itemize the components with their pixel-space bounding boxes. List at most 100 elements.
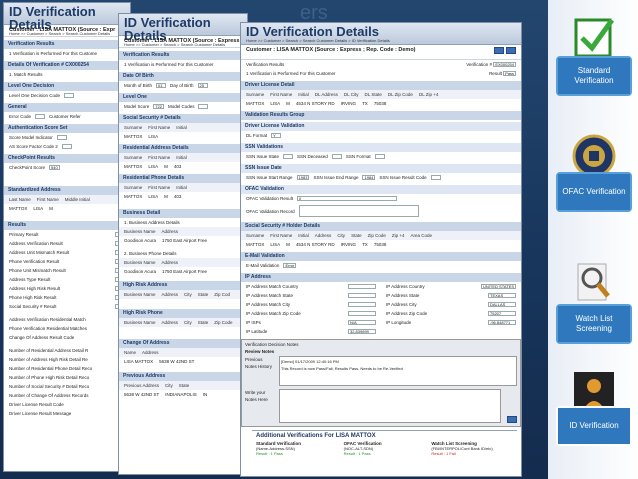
section-dlv: Driver License Validation: [241, 122, 521, 131]
cell: IRVING: [340, 242, 357, 247]
section-vrg: Validation Results Group: [241, 111, 521, 120]
error-code-field[interactable]: [35, 114, 46, 119]
breadcrumb[interactable]: Home >> Customer > Search > Search Custo…: [246, 38, 516, 43]
col-header: Business Name: [124, 260, 156, 265]
cell: MATTOX: [124, 194, 143, 199]
email-field[interactable]: Error: [283, 263, 297, 268]
ip-field[interactable]: [348, 293, 376, 298]
dl-format-field[interactable]: Y: [271, 133, 282, 138]
cell: IRVING: [340, 101, 357, 106]
ip-field[interactable]: 75207: [488, 311, 516, 316]
cell: LISA: [148, 134, 159, 139]
window-title-bar: ID Verification Details Home >> Customer…: [241, 23, 521, 45]
table-row: MATTOX LISA M 403: [119, 162, 247, 171]
cell: TX: [362, 101, 368, 106]
close-button[interactable]: [506, 47, 516, 54]
cell: LISA: [33, 206, 44, 211]
section-high-risk-addr: High Risk Address: [119, 281, 247, 290]
col-header: DL City: [343, 92, 359, 97]
result-label: Driver License Result Code: [9, 402, 64, 407]
dl-format-label: DL Format: [246, 133, 268, 138]
write-notes-label: Write your Notes Here: [245, 390, 268, 402]
ofac-record-label: OFAC Validation Record: [246, 208, 295, 214]
col-header: City: [165, 383, 173, 388]
ssn-result-field[interactable]: [430, 175, 441, 180]
table-header: Business Name Address: [119, 258, 247, 267]
ip-field[interactable]: DALLAS: [488, 302, 516, 307]
ip-row: IP Address Match State: [241, 291, 381, 300]
ip-grid: IP Address Match Country IP Address Match…: [241, 282, 521, 336]
cell: M: [286, 101, 290, 106]
ip-field[interactable]: 32.839899: [348, 329, 376, 334]
result-row: Address High Risk Result: [4, 284, 130, 293]
ssn-start-field[interactable]: 1983: [296, 175, 310, 180]
verification-line: 1 Verification is Performed For this Cus…: [246, 71, 336, 76]
col-header: Address: [314, 233, 332, 238]
ip-field[interactable]: -96.848771: [488, 320, 516, 325]
result-row: Number of Social Security # Detail Reco: [4, 382, 130, 391]
cell: LISA MATTOX: [124, 359, 154, 364]
table-header: Surname First Name Initial: [119, 123, 247, 132]
cell: 1750 East Airport Free: [162, 269, 208, 274]
ip-field[interactable]: TEXAS: [488, 293, 516, 298]
ip-label: IP Address Zip Code: [386, 311, 428, 316]
write-notes-box[interactable]: [279, 389, 501, 423]
notes-section-title: Verification Decision Notes: [245, 342, 299, 347]
ssn-deceased-field[interactable]: [331, 154, 342, 159]
day-field[interactable]: 25: [197, 83, 208, 88]
prev-notes-box[interactable]: [Demo] 01/17/2009 12:40:16 PM This Recor…: [279, 356, 517, 386]
save-note-button[interactable]: [507, 416, 517, 423]
section-ofac: OFAC Validation: [241, 185, 521, 194]
ip-field[interactable]: [348, 302, 376, 307]
ssn-end-field[interactable]: 1984: [362, 175, 376, 180]
cell: 403: [173, 164, 182, 169]
month-field[interactable]: 01: [156, 83, 167, 88]
watch-list-screening-card[interactable]: Watch List Screening: [556, 304, 632, 344]
ip-field[interactable]: N/A: [348, 320, 376, 325]
ssn-issue-state-field[interactable]: [283, 154, 294, 159]
result-row: Number of Phone High Risk Detail Reco: [4, 373, 130, 382]
as-score-factor-field[interactable]: [61, 144, 72, 149]
level-one-code-field[interactable]: [64, 93, 75, 98]
table-header: Surname First Name Initial: [119, 183, 247, 192]
cell: 5638 W 42ND ST: [124, 392, 160, 397]
addl-standard[interactable]: Standard Verification (Name-Address-SSN) R…: [256, 441, 338, 456]
ip-field[interactable]: [348, 311, 376, 316]
cell: Goodison Acura: [124, 269, 157, 274]
id-verification-card[interactable]: ID Verification: [556, 406, 632, 446]
ofac-verification-card[interactable]: OFAC Verification: [556, 172, 632, 212]
match-results: 1. Match Results: [9, 72, 43, 77]
addl-watchlist[interactable]: Watch List Screening (FBI/INTERPOL/Cont B…: [431, 441, 513, 456]
section-checkpoint: CheckPoint Results: [4, 154, 130, 163]
result-label: Phone High Risk Result: [9, 295, 57, 300]
model-codes-field[interactable]: [198, 104, 209, 109]
ofac-record-field[interactable]: [298, 205, 419, 217]
result-row: Number of Residential Phone Detail Reco: [4, 364, 130, 373]
back-button[interactable]: [494, 47, 504, 54]
addl-ofac[interactable]: OFAC Verification (NOC-ALT-SDN) Result : 1…: [344, 441, 426, 456]
ssn-result-label: SSN Issue Result Code: [379, 175, 427, 180]
addl-result: Result : 1 Pass: [256, 451, 283, 456]
checkpoint-score-field[interactable]: 540: [49, 165, 60, 170]
standard-verification-card[interactable]: Standard Verification: [556, 56, 632, 96]
section-coa: Change Of Address: [119, 339, 247, 348]
col-header: Name: [124, 350, 137, 355]
ip-label: IP Address Match State: [246, 293, 293, 298]
ssn-format-field[interactable]: [374, 154, 385, 159]
ip-field[interactable]: UNITED STATES: [481, 284, 516, 289]
col-header: Initial: [298, 233, 309, 238]
ip-field[interactable]: [348, 284, 376, 289]
score-model-field[interactable]: [56, 135, 67, 140]
cell: Goodison Acura: [124, 238, 157, 243]
cell: M: [164, 164, 168, 169]
cell: M: [164, 194, 168, 199]
result-label: Address High Risk Result: [9, 286, 61, 291]
col-header: City: [184, 292, 192, 297]
ip-row: IP Latitude 32.839899: [241, 327, 381, 336]
card-label: OFAC Verification: [558, 174, 630, 210]
ofac-result-field[interactable]: 0: [296, 196, 397, 201]
model-score-field[interactable]: 722: [153, 104, 164, 109]
verification-line: 1 Verification is Performed For this Cus…: [124, 62, 214, 67]
cell: M: [49, 206, 53, 211]
col-header: First Name: [270, 92, 293, 97]
